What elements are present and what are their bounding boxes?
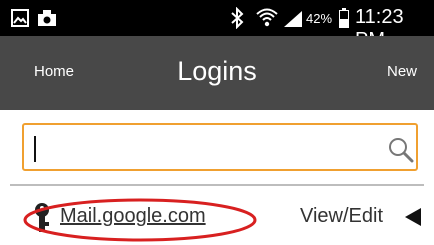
view-edit-button[interactable]: View/Edit bbox=[300, 205, 383, 228]
arrow-left-icon[interactable] bbox=[404, 207, 422, 227]
search-icon[interactable] bbox=[388, 137, 414, 163]
battery-percentage: 42% bbox=[306, 11, 333, 26]
key-icon bbox=[35, 203, 49, 232]
new-button[interactable]: New bbox=[387, 63, 417, 80]
nav-bar: Home Logins New bbox=[0, 36, 434, 110]
search-input[interactable] bbox=[30, 131, 374, 167]
login-item-label[interactable]: Mail.google.com bbox=[60, 205, 206, 228]
search-box bbox=[22, 123, 418, 171]
signal-icon bbox=[284, 11, 302, 27]
battery-icon bbox=[339, 8, 349, 28]
wifi-icon bbox=[256, 8, 278, 27]
gallery-icon bbox=[11, 9, 29, 27]
divider bbox=[10, 184, 424, 186]
home-button[interactable]: Home bbox=[34, 63, 74, 80]
status-bar: 42% 11:23 PM bbox=[0, 0, 434, 51]
photo-icon bbox=[38, 10, 56, 26]
list-item[interactable]: Mail.google.com View/Edit bbox=[0, 188, 434, 245]
bluetooth-icon bbox=[231, 7, 244, 29]
